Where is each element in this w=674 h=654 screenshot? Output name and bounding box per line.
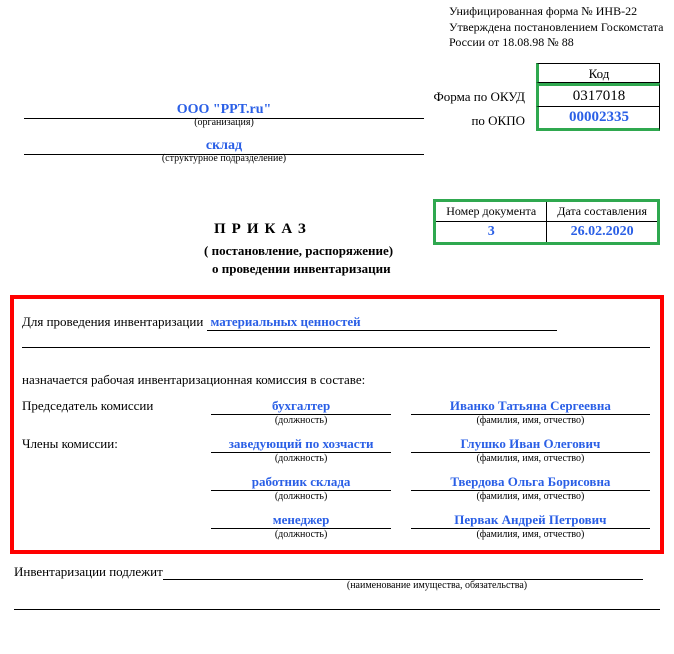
highlighted-section: Для проведения инвентаризации материальн… [10,295,664,554]
doc-number-date-table: Номер документа Дата составления 3 26.02… [433,199,660,245]
chairman-label: Председатель комиссии [22,398,211,414]
member-1-name: Глушко Иван Олегович (фамилия, имя, отче… [411,436,650,464]
okud-value: 0317018 [536,83,660,107]
member-row-3: менеджер (должность) Первак Андрей Петро… [22,512,650,540]
code-header: Код [536,63,660,83]
chairman-position: бухгалтер (должность) [211,398,390,426]
member-2-name: Твердова Ольга Борисовна (фамилия, имя, … [411,474,650,502]
doc-subtitle-1: ( постановление, распоряжение) [204,243,393,259]
member-row-1: Члены комиссии: заведующий по хозчасти (… [22,436,650,464]
doc-number-header: Номер документа [435,200,547,221]
doc-date-header: Дата составления [547,200,659,221]
members-label: Члены комиссии: [22,436,211,452]
member-3-position: менеджер (должность) [211,512,390,540]
subject-caption: (наименование имущества, обязательства) [214,580,660,591]
okpo-value: 00002335 [536,107,660,131]
doc-info: Номер документа Дата составления 3 26.02… [4,199,670,289]
member-1-position: заведующий по хозчасти (должность) [211,436,390,464]
form-approval-note: Унифицированная форма № ИНВ-22 Утвержден… [449,4,670,51]
doc-number-value: 3 [435,221,547,243]
inventory-intro: Для проведения инвентаризации материальн… [22,314,650,331]
okud-label: Форма по ОКУД [434,89,526,105]
chairman-name: Иванко Татьяна Сергеевна (фамилия, имя, … [411,398,650,426]
doc-subtitle-2: о проведении инвентаризации [212,261,391,277]
member-row-2: работник склада (должность) Твердова Оль… [22,474,650,502]
member-3-name: Первак Андрей Петрович (фамилия, имя, от… [411,512,650,540]
chairman-row: Председатель комиссии бухгалтер (должнос… [22,398,650,426]
blank-line [22,347,650,348]
header-area: Код Форма по ОКУД 0317018 по ОКПО 000023… [4,59,670,169]
inventory-subject-line: Инвентаризации подлежит (наименование им… [14,564,660,591]
doc-title: ПРИКАЗ [214,221,312,238]
blank-line-2 [14,609,660,610]
doc-date-value: 26.02.2020 [547,221,659,243]
okpo-label: по ОКПО [471,113,525,129]
department-caption: (структурное подразделение) [24,153,424,164]
inventory-subject-value: материальных ценностей [207,314,557,331]
organization-caption: (организация) [24,117,424,128]
commission-text: назначается рабочая инвентаризационная к… [22,372,650,388]
member-2-position: работник склада (должность) [211,474,390,502]
